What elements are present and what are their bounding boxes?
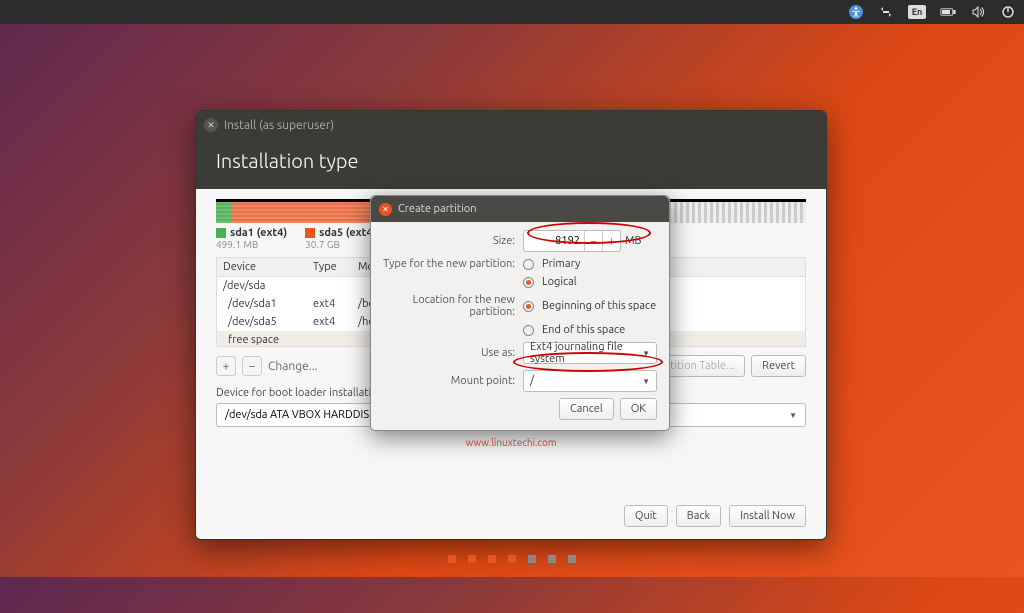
size-unit: MB bbox=[625, 235, 642, 247]
system-menubar: En bbox=[0, 0, 1024, 24]
dot bbox=[488, 555, 496, 563]
chevron-down-icon: ▼ bbox=[789, 411, 797, 420]
window-title: Install (as superuser) bbox=[224, 119, 334, 132]
size-decrement[interactable]: − bbox=[584, 231, 602, 251]
chevron-down-icon: ▼ bbox=[642, 349, 650, 358]
progress-dots bbox=[448, 555, 576, 613]
volume-icon[interactable] bbox=[970, 4, 986, 20]
battery-icon[interactable] bbox=[940, 4, 956, 20]
language-indicator[interactable]: En bbox=[908, 5, 926, 19]
quit-button[interactable]: Quit bbox=[624, 505, 668, 527]
chevron-down-icon: ▼ bbox=[642, 377, 650, 386]
install-now-button[interactable]: Install Now bbox=[729, 505, 806, 527]
dot bbox=[548, 555, 556, 563]
cancel-button[interactable]: Cancel bbox=[559, 398, 614, 420]
size-spinner[interactable]: − + bbox=[523, 230, 621, 252]
window-titlebar[interactable]: ✕ Install (as superuser) bbox=[196, 111, 826, 139]
wizard-footer: Quit Back Install Now bbox=[624, 505, 806, 527]
dialog-titlebar[interactable]: ✕ Create partition bbox=[371, 196, 669, 222]
dot bbox=[468, 555, 476, 563]
mountpoint-value: / bbox=[530, 375, 534, 387]
dot bbox=[508, 555, 516, 563]
dot bbox=[448, 555, 456, 563]
beginning-label: Beginning of this space bbox=[542, 300, 656, 312]
size-increment[interactable]: + bbox=[602, 231, 620, 251]
disk-segment[interactable] bbox=[216, 199, 231, 223]
radio-logical[interactable] bbox=[523, 277, 534, 288]
useas-value: Ext4 journaling file system bbox=[530, 341, 642, 365]
remove-partition-button[interactable]: − bbox=[242, 356, 262, 376]
power-icon[interactable] bbox=[1000, 4, 1016, 20]
legend-item: sda1 (ext4)499.1 MB bbox=[216, 227, 287, 251]
page-title: Installation type bbox=[196, 139, 826, 189]
add-partition-button[interactable]: + bbox=[216, 356, 236, 376]
radio-primary[interactable] bbox=[523, 259, 534, 270]
close-icon[interactable]: ✕ bbox=[379, 203, 392, 216]
network-icon[interactable] bbox=[878, 4, 894, 20]
end-label: End of this space bbox=[542, 324, 625, 336]
dialog-title: Create partition bbox=[398, 203, 477, 215]
watermark-text: www.linuxtechi.com bbox=[216, 437, 806, 448]
col-device[interactable]: Device bbox=[217, 258, 307, 276]
create-partition-dialog: ✕ Create partition Size: − + MB Type for… bbox=[370, 195, 670, 431]
logical-label: Logical bbox=[542, 276, 577, 288]
location-label: Location for the new partition: bbox=[383, 294, 523, 318]
mountpoint-label: Mount point: bbox=[383, 375, 523, 387]
disk-segment[interactable] bbox=[656, 199, 806, 223]
close-icon[interactable]: ✕ bbox=[204, 118, 218, 132]
size-input[interactable] bbox=[524, 235, 584, 247]
radio-beginning[interactable] bbox=[523, 301, 534, 312]
dot bbox=[528, 555, 536, 563]
accessibility-icon[interactable] bbox=[848, 4, 864, 20]
ok-button[interactable]: OK bbox=[620, 398, 657, 420]
useas-label: Use as: bbox=[383, 347, 523, 359]
change-button[interactable]: Change... bbox=[268, 360, 318, 373]
primary-label: Primary bbox=[542, 258, 580, 270]
col-type[interactable]: Type bbox=[307, 258, 352, 276]
size-label: Size: bbox=[383, 235, 523, 247]
useas-select[interactable]: Ext4 journaling file system▼ bbox=[523, 342, 657, 364]
revert-button[interactable]: Revert bbox=[751, 355, 806, 377]
type-label: Type for the new partition: bbox=[383, 258, 523, 270]
mountpoint-select[interactable]: /▼ bbox=[523, 370, 657, 392]
radio-end[interactable] bbox=[523, 325, 534, 336]
dot bbox=[568, 555, 576, 563]
back-button[interactable]: Back bbox=[676, 505, 721, 527]
legend-item: sda5 (ext4)30.7 GB bbox=[305, 227, 376, 251]
